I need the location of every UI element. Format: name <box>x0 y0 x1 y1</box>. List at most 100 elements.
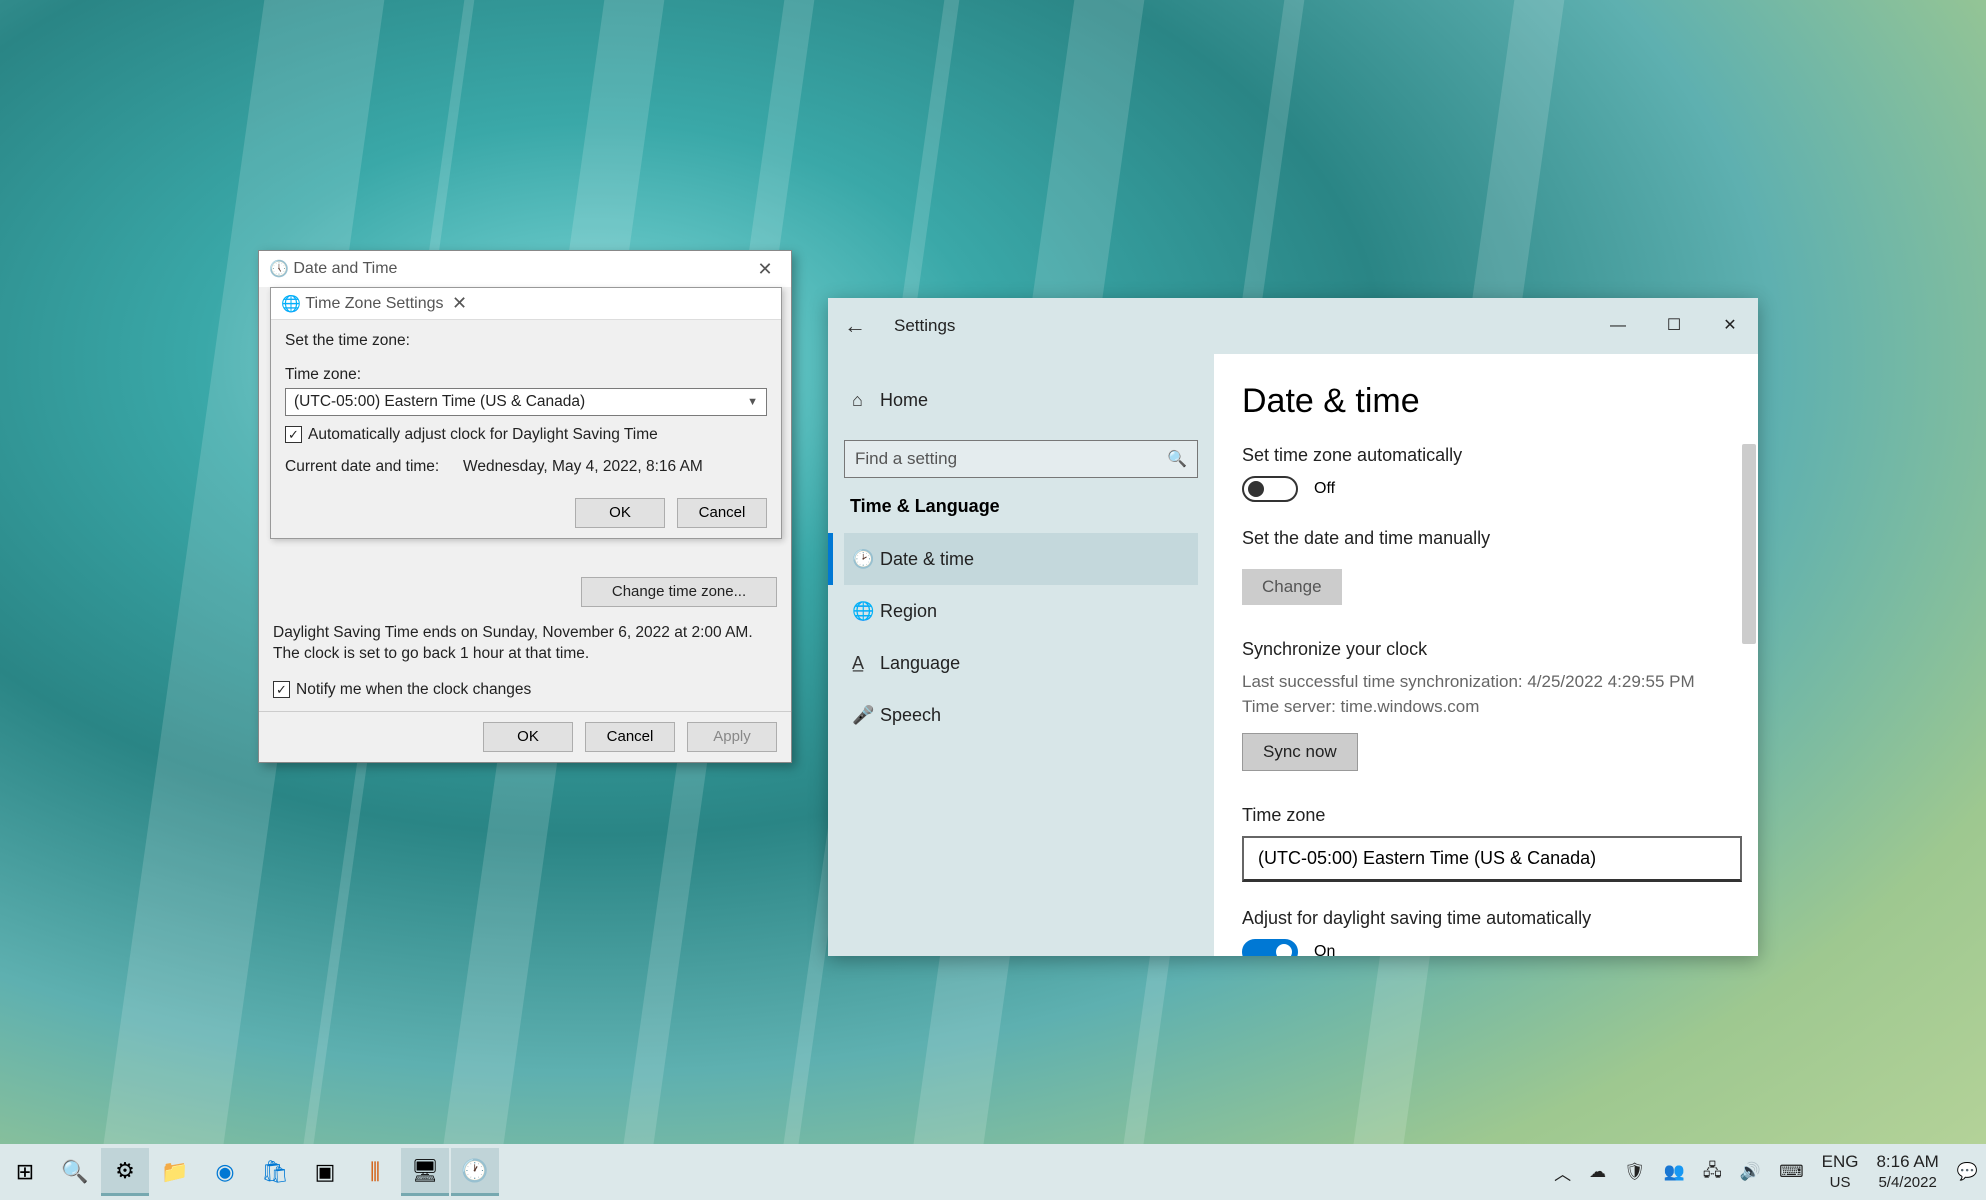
maximize-button[interactable]: ☐ <box>1646 309 1702 343</box>
taskbar-item-terminal[interactable]: ▣ <box>301 1148 349 1196</box>
keyboard-icon[interactable]: ⌨ <box>1779 1162 1804 1182</box>
terminal-icon: ▣ <box>315 1159 336 1185</box>
action-center-icon[interactable]: 💬 <box>1957 1162 1978 1182</box>
microphone-icon: 🎤 <box>852 705 880 726</box>
taskbar-item-explorer[interactable]: 📁 <box>151 1148 199 1196</box>
scrollbar[interactable] <box>1742 444 1756 644</box>
settings-window: ← Settings — ☐ ✕ ⌂ Home Find a setting 🔍… <box>828 298 1758 956</box>
sidebar-item-speech[interactable]: 🎤 Speech <box>844 689 1198 741</box>
settings-content: Date & time Set time zone automatically … <box>1214 354 1758 956</box>
language-indicator[interactable]: ENG US <box>1822 1152 1859 1193</box>
taskbar-item-control-panel[interactable]: 🖥 <box>401 1148 449 1196</box>
toggle-state: On <box>1314 943 1335 956</box>
dialog-title: Date and Time <box>293 260 397 278</box>
toggle-off-icon[interactable] <box>1242 476 1298 502</box>
taskbar-item-datetime[interactable]: 🕐 <box>451 1148 499 1196</box>
network-icon[interactable]: 🖧 <box>1703 1158 1722 1187</box>
globe-icon: 🌐 <box>852 601 880 622</box>
clock-icon: 🕔 <box>269 259 289 279</box>
set-timezone-label: Set the time zone: <box>285 332 767 350</box>
close-button[interactable]: ✕ <box>1702 309 1758 343</box>
dst-auto-label: Adjust for daylight saving time automati… <box>1242 908 1730 929</box>
home-icon: ⌂ <box>852 390 880 411</box>
dialog-titlebar[interactable]: 🌐 Time Zone Settings ✕ <box>271 288 781 320</box>
auto-dst-label: Automatically adjust clock for Daylight … <box>308 426 658 443</box>
security-icon[interactable]: 🛡 <box>1624 1162 1646 1182</box>
manual-datetime-label: Set the date and time manually <box>1242 528 1730 549</box>
sync-now-button[interactable]: Sync now <box>1242 733 1358 771</box>
tray-date: 5/4/2022 <box>1878 1174 1936 1191</box>
dst-auto-toggle[interactable]: On <box>1242 939 1730 956</box>
change-timezone-button[interactable]: Change time zone... <box>581 577 777 607</box>
lang-primary: ENG <box>1822 1152 1859 1172</box>
toggle-on-icon[interactable] <box>1242 939 1298 956</box>
timezone-field-label: Time zone: <box>285 366 767 384</box>
onedrive-icon[interactable]: ☁ <box>1589 1162 1606 1182</box>
sidebar-item-datetime[interactable]: 🕑 Date & time <box>844 533 1198 585</box>
timezone-combobox[interactable]: (UTC-05:00) Eastern Time (US & Canada) <box>1242 836 1742 882</box>
auto-tz-toggle[interactable]: Off <box>1242 476 1730 502</box>
gear-icon: ⚙ <box>115 1158 135 1184</box>
sync-last-text: Last successful time synchronization: 4/… <box>1242 670 1730 695</box>
timezone-combobox[interactable]: (UTC-05:00) Eastern Time (US & Canada) ▼ <box>285 388 767 416</box>
meet-now-icon[interactable]: 👥 <box>1664 1162 1685 1182</box>
checkbox-icon[interactable]: ✓ <box>285 426 302 443</box>
app-icon: ⫼ <box>370 1159 380 1185</box>
control-panel-icon: 🖥 <box>411 1158 439 1184</box>
settings-sidebar: ⌂ Home Find a setting 🔍 Time & Language … <box>828 354 1214 956</box>
lang-secondary: US <box>1830 1174 1851 1191</box>
ok-button[interactable]: OK <box>483 722 573 752</box>
windows-icon: ⊞ <box>16 1159 34 1185</box>
sync-server-text: Time server: time.windows.com <box>1242 695 1730 720</box>
taskbar-item-store[interactable]: 🛍 <box>251 1148 299 1196</box>
sidebar-item-label: Speech <box>880 705 941 726</box>
timezone-value: (UTC-05:00) Eastern Time (US & Canada) <box>294 393 585 411</box>
search-icon: 🔍 <box>61 1159 88 1185</box>
search-input[interactable]: Find a setting 🔍 <box>844 440 1198 478</box>
clock-tray[interactable]: 8:16 AM 5/4/2022 <box>1876 1152 1938 1193</box>
cancel-button[interactable]: Cancel <box>677 498 767 528</box>
window-title: Settings <box>894 316 955 336</box>
page-heading: Date & time <box>1242 382 1730 421</box>
taskbar-item-edge[interactable]: ◉ <box>201 1148 249 1196</box>
volume-icon[interactable]: 🔊 <box>1740 1162 1761 1182</box>
back-icon[interactable]: ← <box>844 313 874 339</box>
current-datetime-value: Wednesday, May 4, 2022, 8:16 AM <box>463 458 703 476</box>
checkbox-icon[interactable]: ✓ <box>273 681 290 698</box>
taskbar: ⊞ 🔍 ⚙ 📁 ◉ 🛍 ▣ ⫼ 🖥 🕐 ︿ ☁ 🛡 👥 🖧 🔊 ⌨ ENG US… <box>0 1144 1986 1200</box>
clock-icon: 🕐 <box>461 1158 488 1184</box>
current-datetime-label: Current date and time: <box>285 458 463 476</box>
auto-dst-checkbox-row[interactable]: ✓ Automatically adjust clock for Daylight… <box>285 426 767 444</box>
cancel-button[interactable]: Cancel <box>585 722 675 752</box>
notify-checkbox-row[interactable]: ✓ Notify me when the clock changes <box>273 681 777 699</box>
sidebar-item-home[interactable]: ⌂ Home <box>844 374 1198 426</box>
dst-info-text: Daylight Saving Time ends on Sunday, Nov… <box>273 623 777 665</box>
minimize-button[interactable]: — <box>1590 309 1646 343</box>
sidebar-item-language[interactable]: A̲ Language <box>844 637 1198 689</box>
window-titlebar[interactable]: ← Settings — ☐ ✕ <box>828 298 1758 354</box>
search-button[interactable]: 🔍 <box>51 1148 99 1196</box>
taskbar-item-app1[interactable]: ⫼ <box>351 1148 399 1196</box>
sidebar-item-label: Language <box>880 653 960 674</box>
ok-button[interactable]: OK <box>575 498 665 528</box>
search-placeholder: Find a setting <box>855 449 1167 469</box>
change-button[interactable]: Change <box>1242 569 1342 605</box>
taskbar-item-settings[interactable]: ⚙ <box>101 1148 149 1196</box>
close-icon[interactable]: ✕ <box>444 293 476 314</box>
timezone-label: Time zone <box>1242 805 1730 826</box>
sidebar-section-heading: Time & Language <box>850 496 1198 517</box>
timezone-settings-dialog: 🌐 Time Zone Settings ✕ Set the time zone… <box>270 287 782 539</box>
folder-icon: 📁 <box>161 1159 188 1185</box>
close-icon[interactable]: ✕ <box>745 259 785 280</box>
tray-time: 8:16 AM <box>1876 1152 1938 1172</box>
apply-button[interactable]: Apply <box>687 722 777 752</box>
sidebar-item-region[interactable]: 🌐 Region <box>844 585 1198 637</box>
sidebar-item-label: Region <box>880 601 937 622</box>
globe-icon: 🌐 <box>281 294 301 314</box>
notify-label: Notify me when the clock changes <box>296 681 531 698</box>
toggle-state: Off <box>1314 480 1335 498</box>
start-button[interactable]: ⊞ <box>1 1148 49 1196</box>
store-icon: 🛍 <box>261 1159 289 1185</box>
tray-overflow-icon[interactable]: ︿ <box>1554 1160 1571 1185</box>
dialog-titlebar[interactable]: 🕔 Date and Time ✕ <box>259 251 791 287</box>
